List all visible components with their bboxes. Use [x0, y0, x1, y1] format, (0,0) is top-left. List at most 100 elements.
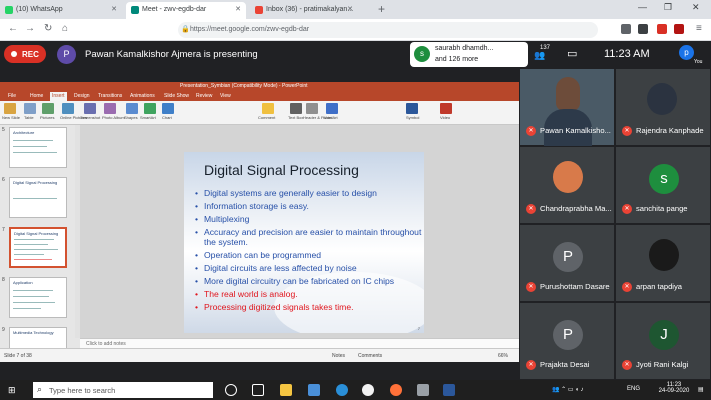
smartart-icon[interactable]: [144, 103, 156, 114]
participant-name: Rajendra Kanphade: [636, 126, 704, 135]
home-icon[interactable]: ⌂: [62, 23, 68, 34]
maximize-icon[interactable]: ❐: [664, 2, 672, 13]
video-icon[interactable]: [440, 103, 452, 114]
symbol-icon[interactable]: [406, 103, 418, 114]
back-icon[interactable]: ←: [8, 23, 18, 34]
participant-tile[interactable]: ✕ Rajendra Kanphade: [615, 68, 711, 146]
screenshot-icon[interactable]: [84, 103, 96, 114]
tab-meet[interactable]: Meet - zwv-egdb-dar ✕: [126, 2, 246, 19]
forward-icon[interactable]: →: [25, 23, 35, 34]
store-icon[interactable]: [308, 384, 320, 396]
comments-toggle[interactable]: Comments: [358, 353, 382, 359]
word-icon[interactable]: [443, 384, 455, 396]
participant-avatar: s: [649, 164, 679, 194]
wordart-icon[interactable]: [326, 103, 338, 114]
taskbar-search[interactable]: ⌕ Type here to search: [33, 382, 213, 398]
lock-icon: 🔒: [181, 26, 190, 33]
participant-tile[interactable]: P ✕ Prajakta Desai: [519, 302, 615, 380]
bullet-item: Information storage is easy.: [194, 201, 422, 212]
library-icon[interactable]: [621, 24, 631, 34]
bullet-item: Accuracy and precision are easier to mai…: [194, 227, 422, 248]
shapes-icon[interactable]: [126, 103, 138, 114]
minimize-icon[interactable]: —: [638, 2, 647, 12]
recording-badge[interactable]: REC: [4, 45, 46, 63]
ppt-tab-insert[interactable]: Insert: [50, 92, 67, 101]
ppt-tab-view[interactable]: View: [220, 93, 231, 99]
chat-notification[interactable]: s saurabh dhamdh... and 126 more: [410, 42, 528, 67]
ppt-status-bar: Slide 7 of 38 Notes Comments 66%: [0, 348, 519, 362]
menu-icon[interactable]: ≡: [696, 23, 702, 34]
reload-icon[interactable]: ↻: [44, 23, 52, 34]
close-window-icon[interactable]: ✕: [692, 2, 700, 13]
participant-tile[interactable]: s ✕ sanchita pange: [615, 146, 711, 224]
chart-icon[interactable]: [162, 103, 174, 114]
ppt-tab-file[interactable]: File: [8, 93, 16, 99]
language-indicator[interactable]: ENG: [627, 386, 640, 392]
new-tab-icon[interactable]: +: [378, 2, 385, 16]
zoom-level[interactable]: 66%: [498, 353, 508, 359]
slide-page-number: 7: [417, 326, 420, 331]
ppt-tab-review[interactable]: Review: [196, 93, 212, 99]
app-icon[interactable]: [417, 384, 429, 396]
ppt-tab-design[interactable]: Design: [74, 93, 90, 99]
ppt-tab-home[interactable]: Home: [30, 93, 43, 99]
maps-icon[interactable]: [362, 384, 374, 396]
url-field[interactable]: 🔒 https://meet.google.com/zwv-egdb-dar: [178, 22, 598, 38]
tray-icons[interactable]: 👥 ⌃ ▭ ◖ ♪: [552, 386, 583, 393]
sidebar-icon[interactable]: [638, 24, 648, 34]
windows-start-icon[interactable]: ⊞: [8, 385, 16, 396]
bullet-item: Digital circuits are less affected by no…: [194, 263, 422, 274]
bullet-item: Digital systems are generally easier to …: [194, 188, 422, 199]
self-avatar[interactable]: p: [679, 45, 694, 60]
bullet-item: The real world is analog.: [194, 289, 422, 300]
participant-tile[interactable]: ✕ Chandraprabha Ma...: [519, 146, 615, 224]
bullet-item: Multiplexing: [194, 214, 422, 225]
text-box-icon[interactable]: [290, 103, 302, 114]
thumbnail-slide-6[interactable]: Digital Signal Processing: [9, 177, 67, 218]
header-footer-icon[interactable]: [306, 103, 318, 114]
ppt-tab-transitions[interactable]: Transitions: [98, 93, 122, 99]
thumbnail-slide-7[interactable]: Digital Signal Processing: [9, 227, 67, 268]
chat-more: and 126 more: [435, 56, 479, 63]
participant-name: Purushottam Dasare: [540, 282, 610, 291]
cortana-icon[interactable]: [225, 384, 237, 396]
ppt-tab-slideshow[interactable]: Slide Show: [164, 93, 189, 99]
new-slide-icon[interactable]: [4, 103, 16, 114]
photo-album-icon[interactable]: [104, 103, 116, 114]
extension-icon[interactable]: [657, 24, 667, 34]
thumbnail-slide-8[interactable]: Application: [9, 277, 67, 318]
participant-tile[interactable]: ✕ arpan tapdiya: [615, 224, 711, 302]
participant-photo: [649, 239, 679, 271]
close-tab-icon[interactable]: ✕: [111, 5, 117, 13]
whatsapp-icon: [5, 6, 13, 14]
participant-avatar: P: [553, 242, 583, 272]
participant-tile[interactable]: J ✕ Jyoti Rani Kalgi: [615, 302, 711, 380]
self-label: You: [694, 59, 703, 65]
notification-icon[interactable]: ▤: [698, 386, 704, 393]
firefox-icon[interactable]: [390, 384, 402, 396]
participant-tile[interactable]: P ✕ Purushottam Dasare: [519, 224, 615, 302]
participant-photo: [553, 161, 583, 193]
table-icon[interactable]: [24, 103, 36, 114]
file-explorer-icon[interactable]: [280, 384, 292, 396]
mic-off-icon: ✕: [622, 126, 632, 136]
adblock-icon[interactable]: [674, 24, 684, 34]
thumbnail-slide-5[interactable]: Architecture: [9, 127, 67, 168]
search-icon: ⌕: [37, 384, 43, 394]
people-icon[interactable]: 👥: [534, 50, 545, 61]
task-view-icon[interactable]: [252, 384, 264, 396]
pictures-icon[interactable]: [42, 103, 54, 114]
online-pictures-icon[interactable]: [62, 103, 74, 114]
notes-toggle[interactable]: Notes: [332, 353, 345, 359]
notes-pane[interactable]: Click to add notes: [80, 338, 519, 348]
chat-icon[interactable]: ▭: [567, 47, 577, 60]
tab-whatsapp[interactable]: (10) WhatsApp ✕: [0, 2, 122, 19]
taskbar-clock[interactable]: 11:23 24-09-2020: [656, 382, 692, 394]
close-tab-icon[interactable]: ✕: [235, 5, 241, 13]
participant-tile[interactable]: ✕ Pawan Kamalkisho...: [519, 68, 615, 147]
edge-icon[interactable]: [336, 384, 348, 396]
comment-icon[interactable]: [262, 103, 274, 114]
close-tab-icon[interactable]: ✕: [341, 2, 357, 19]
ppt-tab-animations[interactable]: Animations: [130, 93, 155, 99]
participant-name: Chandraprabha Ma...: [540, 204, 612, 213]
